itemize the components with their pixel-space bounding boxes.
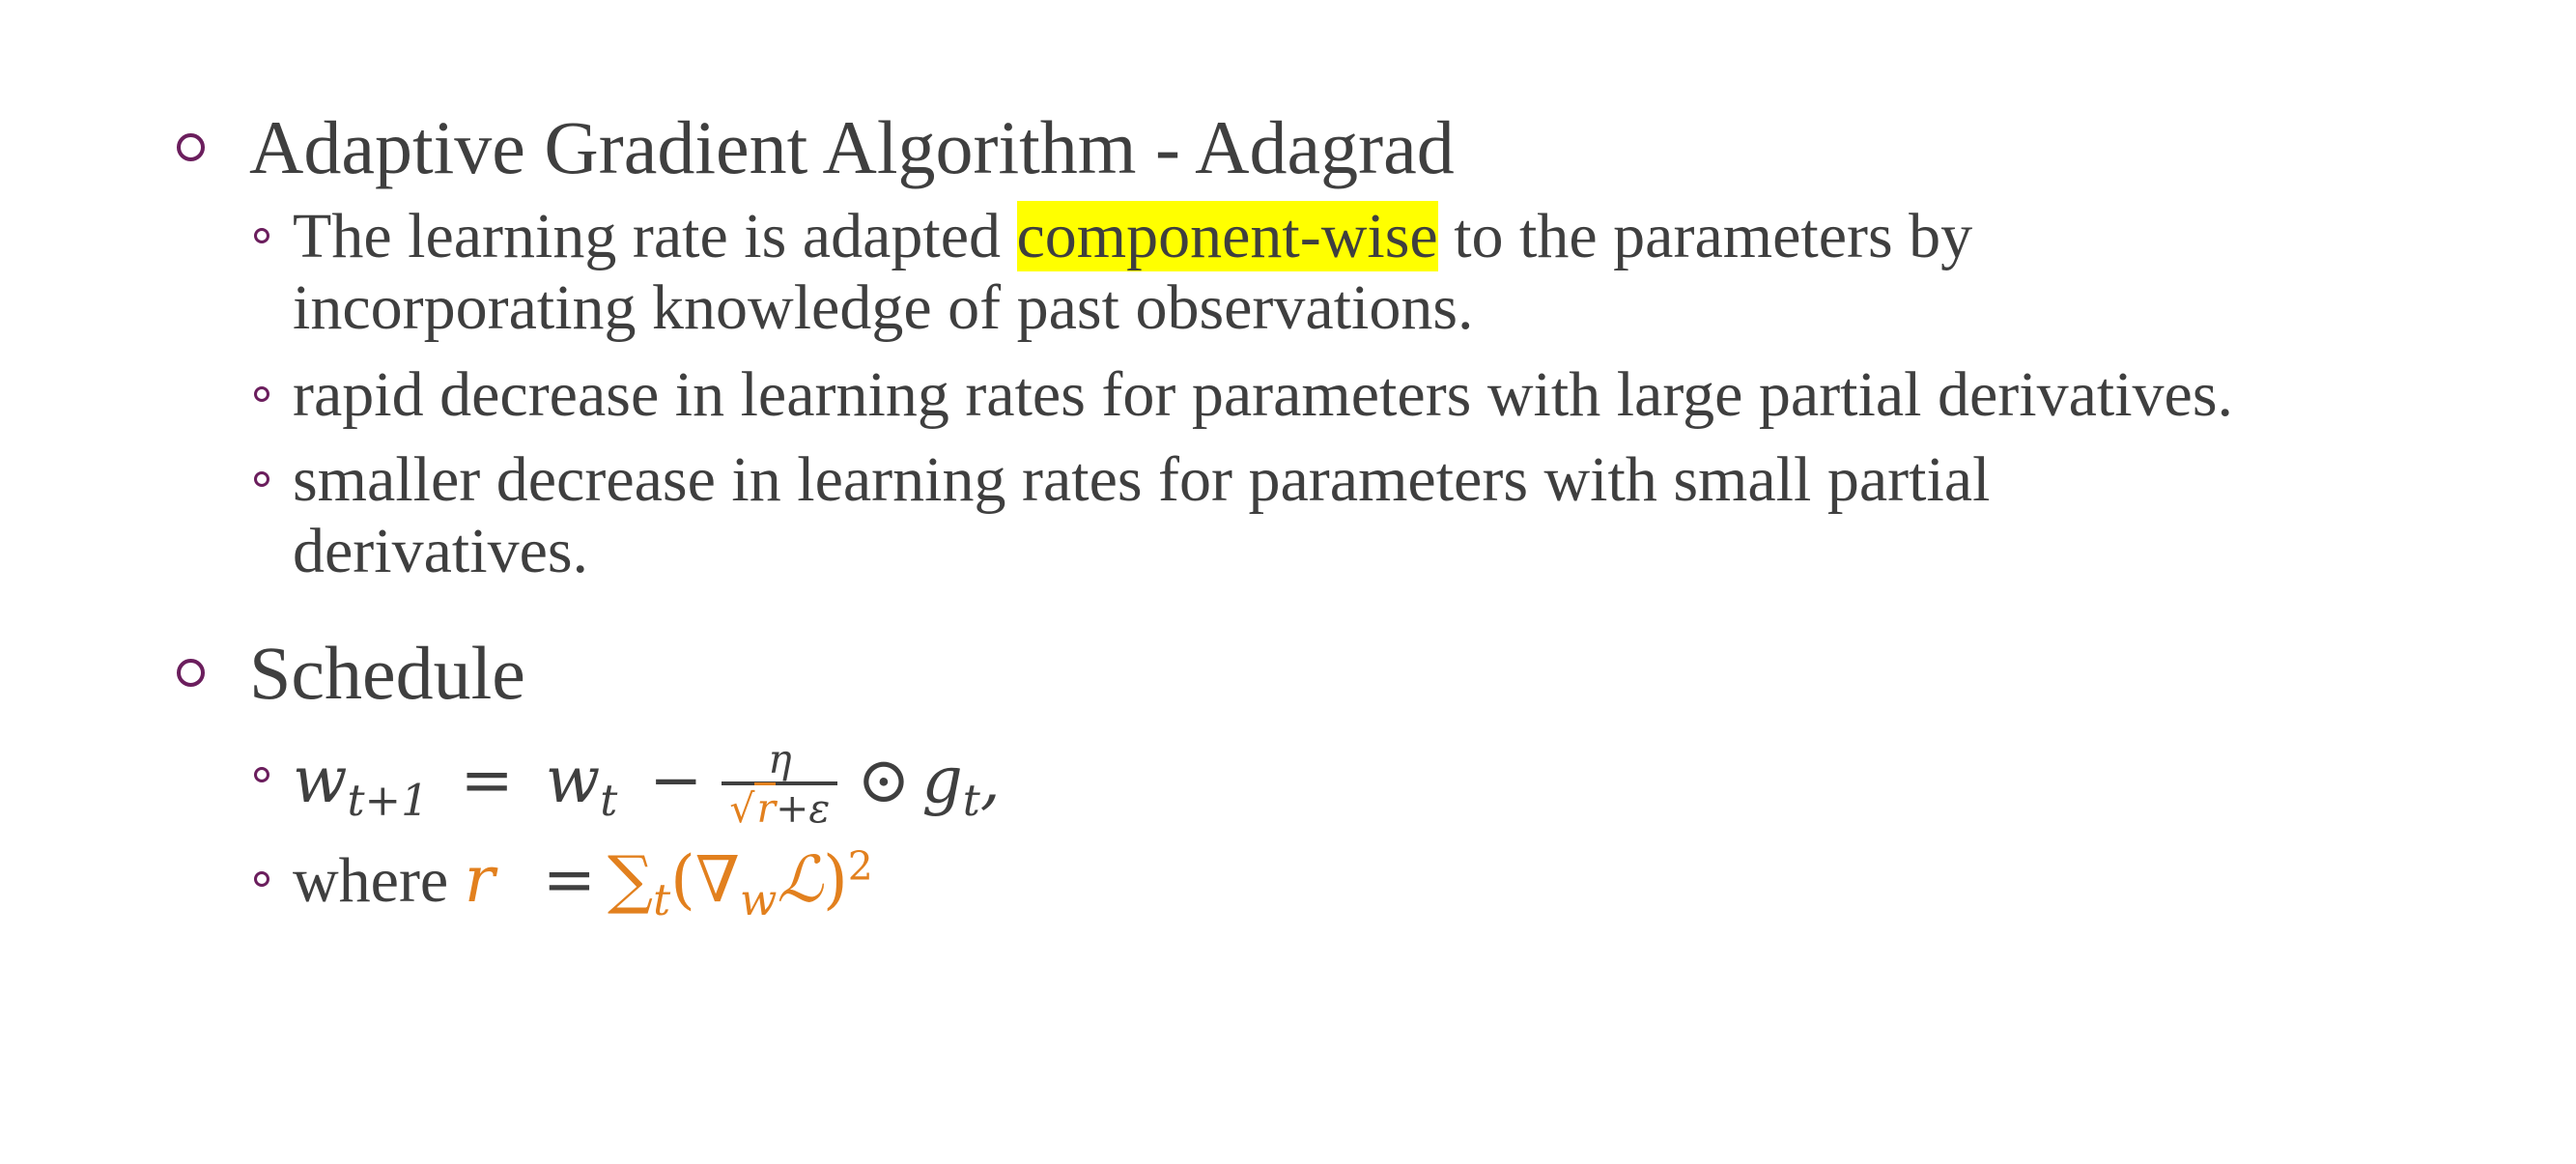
formula-power: 2 [847,842,873,890]
where-formula: where r = ∑t(∇wℒ)2 [293,842,2543,926]
formula-fraction: η √r+ε [722,736,838,832]
formula-eta: η [768,736,792,782]
bullet-text: smaller decrease in learning rates for p… [293,444,2543,587]
formula-sub-t1: t+1 [347,775,429,827]
hollow-circle-bullet-icon [177,133,205,161]
formula-sub-t: t [600,775,618,827]
bullet-text-line1: smaller decrease in learning rates for p… [293,444,1991,515]
heading-text: Adaptive Gradient Algorithm - Adagrad [249,105,1455,189]
formula-comma: , [979,742,1001,817]
formula-r: r [754,781,777,832]
formula-denominator: √r+ε [722,781,837,832]
heading-text: Schedule [249,631,525,715]
formula-minus: − [649,742,703,817]
formula-plus-eps: +ε [776,784,831,832]
bullet-text-line2: derivatives. [293,516,589,586]
small-circle-bullet-icon [254,386,269,402]
bullet-text-before: The learning rate is adapted [293,201,1017,271]
formula-paren-open: ( [670,842,695,917]
small-circle-bullet-icon [254,767,269,782]
bullet-text-after: to the parameters by [1437,201,1973,271]
odot-icon: ⊙ [857,742,911,817]
sum-icon: ∑ [607,842,654,917]
formula-r: r [464,842,495,917]
slide: Adaptive Gradient Algorithm - Adagrad Th… [0,0,2576,1164]
formula-sub-t: t [653,874,671,926]
highlighted-term: component-wise [1016,201,1438,271]
formula-sub-t: t [962,775,980,827]
hollow-circle-bullet-icon [177,659,205,687]
bullet-text-line2: incorporating knowledge of past observat… [293,272,1474,343]
formula-g: g [921,742,963,817]
small-circle-bullet-icon [254,471,269,487]
nabla-icon: ∇ [694,842,740,917]
loss-symbol: ℒ [777,842,823,917]
sqrt-icon: √ [729,784,755,832]
small-circle-bullet-icon [254,871,269,887]
formula-sub-w: w [740,874,778,926]
small-circle-bullet-icon [254,228,269,243]
bullet-text: The learning rate is adapted component-w… [293,201,2543,344]
formula-sum-expression: ∑t(∇wℒ)2 [607,842,873,926]
bullet-text: rapid decrease in learning rates for par… [293,359,2234,430]
formula-w: w [293,742,348,817]
formula-equals: = [542,842,597,917]
formula-paren-close: ) [822,842,848,917]
update-formula: wt+1 = wt − η √r+ε ⊙ gt, [293,736,2543,832]
where-word: where [293,845,449,916]
formula-equals: = [460,742,514,817]
formula-w: w [545,742,601,817]
